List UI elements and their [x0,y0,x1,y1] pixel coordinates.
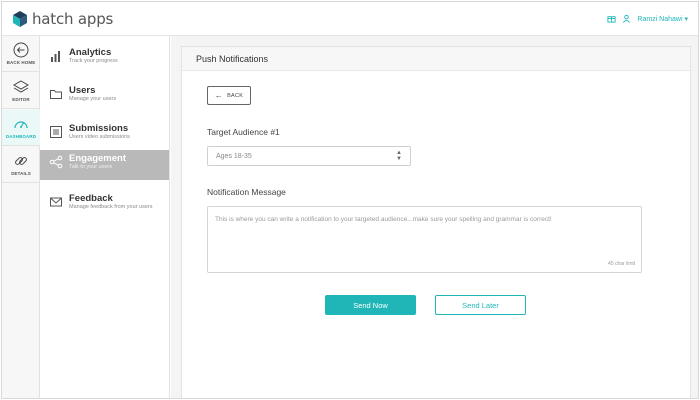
envelope-icon [50,197,62,207]
back-button[interactable]: ← BACK [207,86,251,105]
hatch-logo-icon [13,11,27,27]
menu-item-analytics[interactable]: Analytics Track your progress [40,44,169,74]
left-rail: BACK HOME EDITOR DASHBOARD DETAILS [2,36,40,398]
gift-icon[interactable] [607,14,616,23]
send-later-button[interactable]: Send Later [435,295,526,315]
notification-message-label: Notification Message [207,187,286,197]
menu-item-feedback[interactable]: Feedback Manage feedback from your users [40,190,169,220]
gauge-icon [14,121,28,129]
page-title: Push Notifications [196,53,269,64]
card-header: Push Notifications [182,47,690,71]
rail-label: DASHBOARD [5,134,37,139]
push-notifications-card: Push Notifications ← BACK Target Audienc… [181,46,691,398]
menu-subtitle: Track your progress [69,58,118,64]
menu-subtitle: Manage your users [69,96,117,102]
sort-arrows-icon: ▲ ▼ [396,150,402,162]
menu-title: Submissions [69,123,129,134]
folder-icon [50,90,62,99]
app-name: hatch apps [32,10,114,28]
list-icon [50,126,62,138]
app-logo[interactable]: hatch apps [11,10,113,28]
rail-item-details[interactable]: DETAILS [2,147,40,183]
user-icon[interactable] [622,14,631,23]
message-placeholder: This is where you can write a notificati… [215,216,552,223]
target-audience-select[interactable]: Ages 18-35 ▲ ▼ [207,146,411,166]
user-menu[interactable]: Ramzi Nahawi ▾ [637,15,688,23]
send-now-button[interactable]: Send Now [325,295,416,315]
char-limit: 45 char limit [608,261,635,267]
app-window: hatch apps Ramzi Nahawi ▾ BACK HOME EDIT… [1,1,699,399]
menu-item-users[interactable]: Users Manage your users [40,82,169,112]
menu-title: Analytics [69,47,112,58]
menu-subtitle: Users video submissions [69,134,130,140]
rail-label: EDITOR [12,97,30,102]
notification-message-input[interactable]: This is where you can write a notificati… [207,206,642,273]
link-icon [15,157,27,165]
top-bar: hatch apps Ramzi Nahawi ▾ [2,2,698,36]
section-menu: Analytics Track your progress Users Mana… [40,36,170,398]
bar-chart-icon [51,51,60,62]
main-area: Push Notifications ← BACK Target Audienc… [171,36,698,398]
menu-title: Users [69,85,96,96]
layers-icon [13,80,29,93]
menu-subtitle: Talk to your users [69,164,113,170]
rail-item-back-home[interactable]: BACK HOME [2,36,40,72]
back-label: BACK [227,92,244,99]
target-audience-label: Target Audience #1 [207,127,280,137]
menu-title: Engagement [69,153,127,164]
menu-item-engagement[interactable]: Engagement Talk to your users [40,150,169,180]
back-circle-icon [13,42,29,58]
rail-label: BACK HOME [6,60,36,65]
user-area: Ramzi Nahawi ▾ [607,14,688,23]
rail-label: DETAILS [11,171,31,176]
rail-item-dashboard[interactable]: DASHBOARD [2,110,40,146]
menu-title: Feedback [69,193,113,204]
menu-subtitle: Manage feedback from your users [69,204,153,210]
rail-item-editor[interactable]: EDITOR [2,73,40,109]
menu-item-submissions[interactable]: Submissions Users video submissions [40,120,169,150]
arrow-left-icon: ← [214,90,224,100]
share-icon [49,155,63,169]
select-value: Ages 18-35 [216,152,252,160]
